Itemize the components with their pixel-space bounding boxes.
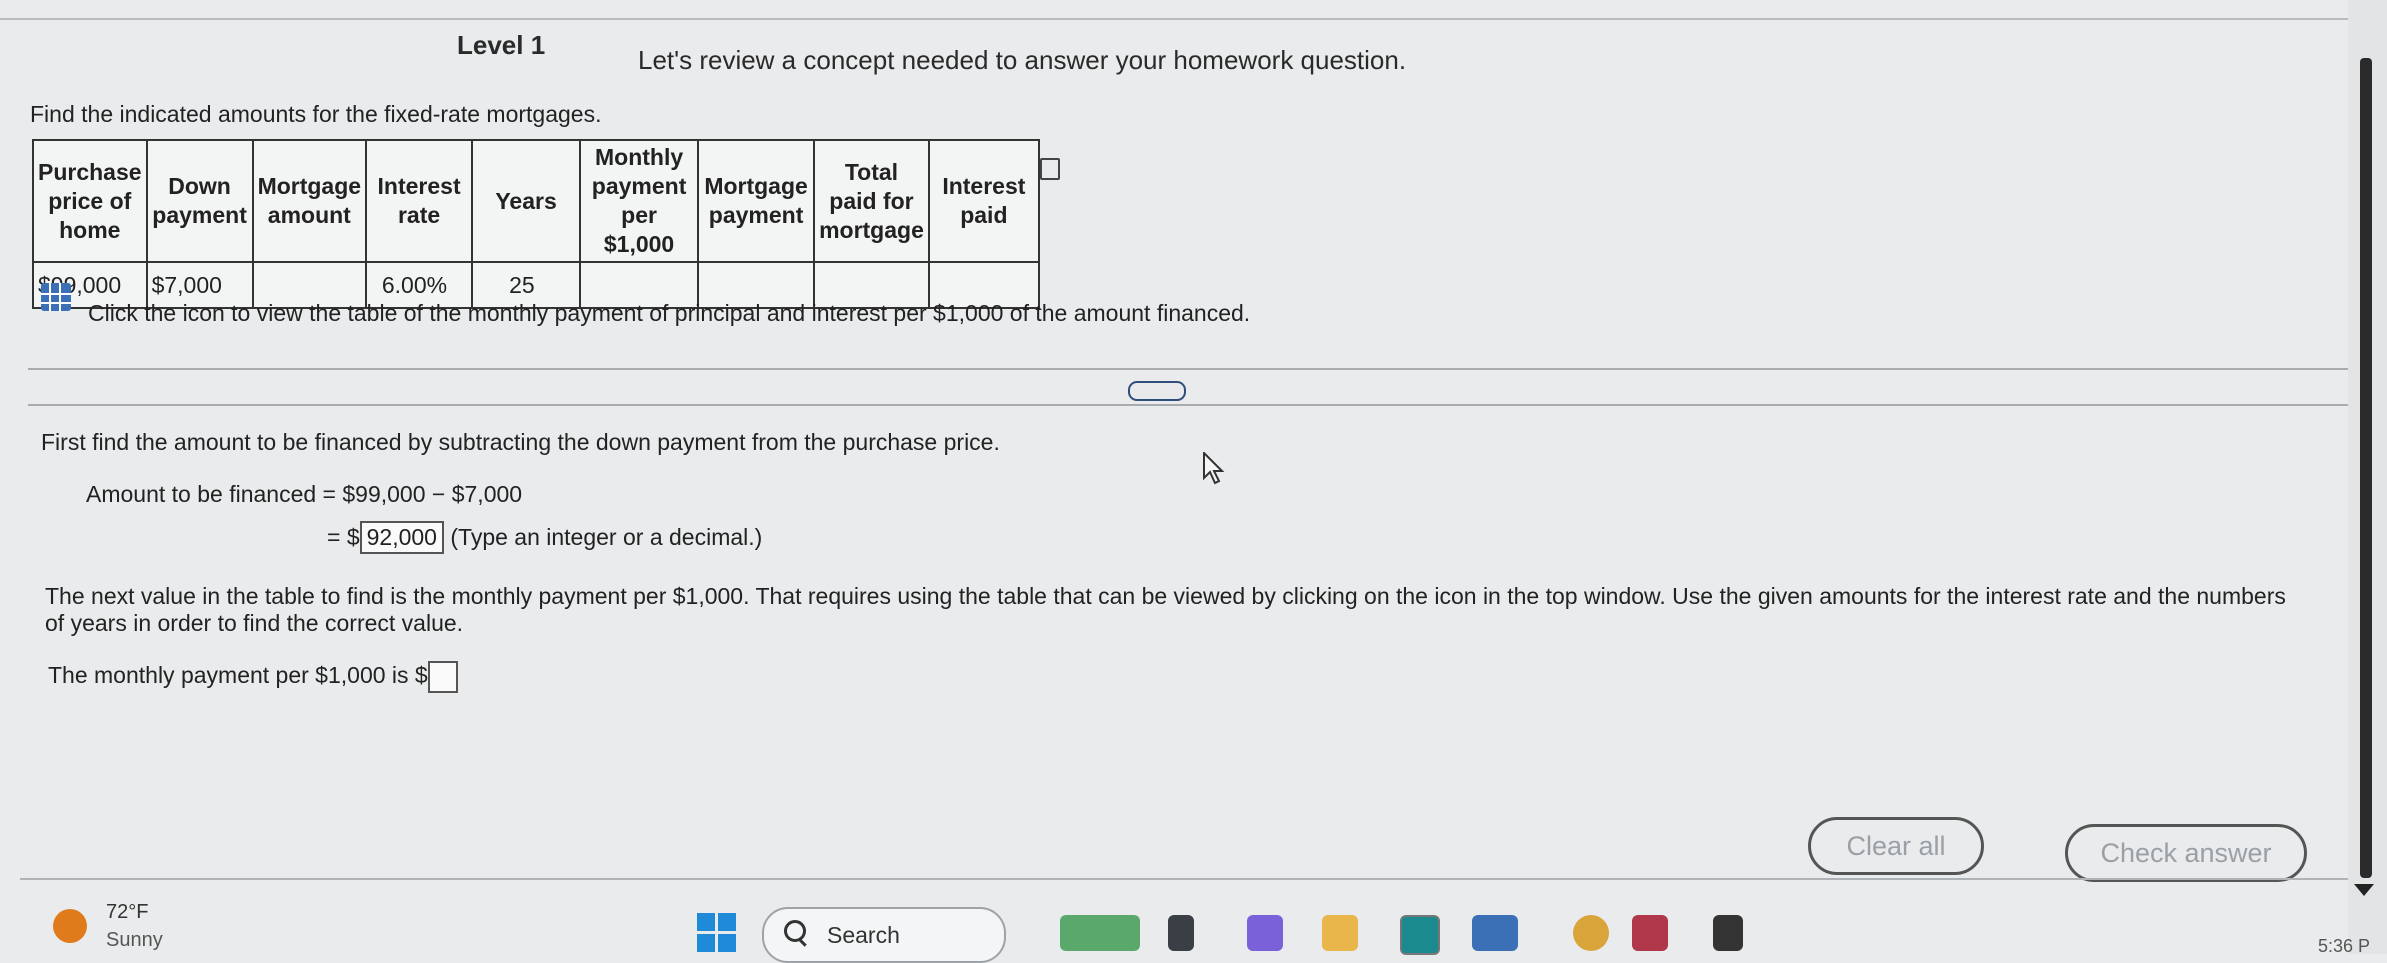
scrollbar-thumb[interactable] xyxy=(2360,58,2372,878)
check-answer-button[interactable]: Check answer xyxy=(2065,824,2307,882)
top-border xyxy=(0,18,2387,20)
amount-financed-answer: = $92,000 (Type an integer or a decimal.… xyxy=(327,521,762,554)
mail-icon[interactable] xyxy=(1632,915,1668,951)
weather-condition[interactable]: Sunny xyxy=(106,929,163,952)
scroll-down-arrow-icon[interactable] xyxy=(2354,884,2374,896)
edge-browser-icon[interactable] xyxy=(1400,915,1440,955)
clear-all-button[interactable]: Clear all xyxy=(1808,817,1984,875)
sun-weather-icon[interactable] xyxy=(53,909,87,943)
resize-handle[interactable] xyxy=(1128,381,1186,401)
copilot-icon[interactable] xyxy=(1247,915,1283,951)
step1-text: First find the amount to be financed by … xyxy=(41,429,1000,455)
popout-icon[interactable] xyxy=(1040,158,1060,180)
level-label: Level 1 xyxy=(457,30,546,60)
next-text-line1: The next value in the table to find is t… xyxy=(45,583,2286,609)
search-icon xyxy=(784,920,806,942)
monthly-payment-input[interactable] xyxy=(427,661,458,693)
section-divider-lower xyxy=(28,404,2348,406)
header-mortgage-payment: Mortgage payment xyxy=(697,139,816,263)
taskbar-search-label: Search xyxy=(827,922,900,948)
section-divider xyxy=(28,368,2348,370)
review-message: Let's review a concept needed to answer … xyxy=(638,45,1407,75)
task-view-icon[interactable] xyxy=(1168,915,1194,951)
header-monthly-per-1000: Monthly payment per $1,000 xyxy=(579,139,700,263)
amount-hint: (Type an integer or a decimal.) xyxy=(450,524,763,550)
widgets-icon[interactable] xyxy=(1060,915,1140,951)
monthly-payment-prompt: The monthly payment per $1,000 is $ xyxy=(48,661,458,693)
amount-input[interactable]: 92,000 xyxy=(359,521,444,554)
mouse-cursor-icon xyxy=(1203,452,1225,485)
header-purchase-price: Purchase price of home xyxy=(32,139,148,263)
equals-prefix: = $ xyxy=(327,524,360,550)
chrome-icon[interactable] xyxy=(1573,915,1609,951)
store-icon[interactable] xyxy=(1713,915,1743,951)
header-total-paid: Total paid for mortgage xyxy=(813,139,930,263)
myhp-icon[interactable] xyxy=(1472,915,1518,951)
next-value-text: The next value in the table to find is t… xyxy=(45,583,2335,637)
weather-temperature[interactable]: 72°F xyxy=(106,901,148,924)
header-down-payment: Down payment xyxy=(145,139,254,263)
mortgage-table: Purchase price of home Down payment Mortgag… xyxy=(32,139,1040,309)
file-explorer-icon[interactable] xyxy=(1322,915,1358,951)
header-mortgage-amount: Mortgage amount xyxy=(251,139,368,263)
table-header-row: Purchase price of home Down payment Mortgag… xyxy=(32,139,1040,263)
next-text-line2: of years in order to find the correct va… xyxy=(45,610,464,636)
windows-start-icon[interactable] xyxy=(697,913,737,953)
problem-instruction: Find the indicated amounts for the fixed… xyxy=(30,101,602,127)
table-grid-icon[interactable] xyxy=(41,283,71,311)
monthly-label: The monthly payment per $1,000 is $ xyxy=(48,662,428,689)
header-interest-paid: Interest paid xyxy=(927,139,1040,263)
header-years: Years xyxy=(471,139,582,263)
amount-financed-label: Amount to be financed = $99,000 − $7,000 xyxy=(86,481,523,507)
header-interest-rate: Interest rate xyxy=(365,139,474,263)
icon-caption: Click the icon to view the table of the … xyxy=(88,300,1251,326)
taskbar-edge xyxy=(20,878,2348,880)
